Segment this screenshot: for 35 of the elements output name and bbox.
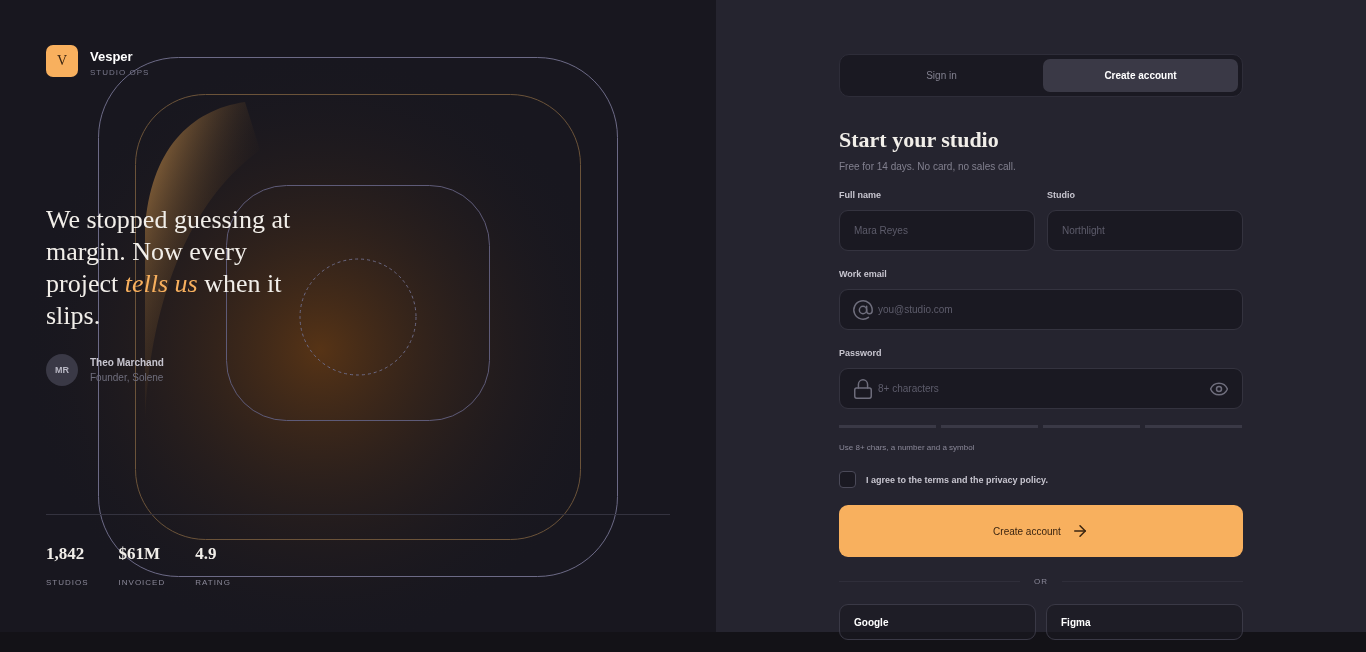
auth-tab[interactable]: Sign in	[844, 59, 1039, 92]
field-label: Work email	[839, 269, 888, 279]
email-input[interactable]: you@studio.com	[876, 303, 1229, 316]
social-login-button[interactable]: Figma	[1046, 604, 1243, 640]
field-label: Password	[839, 348, 883, 358]
agree-checkbox[interactable]	[839, 471, 856, 488]
social-login-button[interactable]: Google	[839, 604, 1036, 640]
testimonial-quote: We stopped guessing at margin. Now every project tells us when it slips.	[46, 204, 292, 332]
text-input[interactable]: Northlight	[1060, 224, 1229, 237]
stat-label: RATING	[195, 578, 231, 587]
brand-name: Vesper	[90, 49, 134, 64]
create-account-button[interactable]: Create account	[839, 505, 1243, 557]
at-sign-icon	[852, 298, 874, 321]
stat-value: 4.9	[195, 544, 218, 564]
stat-value: 1,842	[46, 544, 86, 564]
password-field[interactable]: 8+ characters	[839, 368, 1243, 409]
auth-tab[interactable]: Create account	[1043, 59, 1238, 92]
lock-icon	[852, 377, 874, 400]
form-heading: Start your studio	[839, 127, 1000, 153]
stat-label: INVOICED	[118, 578, 166, 587]
agree-label: I agree to the terms and the privacy policy.	[866, 474, 1048, 485]
password-input[interactable]: 8+ characters	[876, 382, 1207, 395]
email-field[interactable]: you@studio.com	[839, 289, 1243, 330]
input-field[interactable]: Northlight	[1047, 210, 1243, 251]
field-label: Full name	[839, 190, 882, 200]
stat-value: $61M	[118, 544, 162, 564]
brand-logo: V	[46, 45, 78, 77]
or-divider-label: OR	[1034, 577, 1048, 586]
brand-tagline: STUDIO OPS	[90, 68, 150, 77]
input-field[interactable]: Mara Reyes	[839, 210, 1035, 251]
field-label: Studio	[1047, 190, 1076, 200]
password-hint: Use 8+ chars, a number and a symbol	[839, 443, 976, 452]
text-input[interactable]: Mara Reyes	[852, 224, 1021, 237]
stat-label: STUDIOS	[46, 578, 89, 587]
form-subheading: Free for 14 days. No card, no sales call.	[839, 161, 1017, 172]
